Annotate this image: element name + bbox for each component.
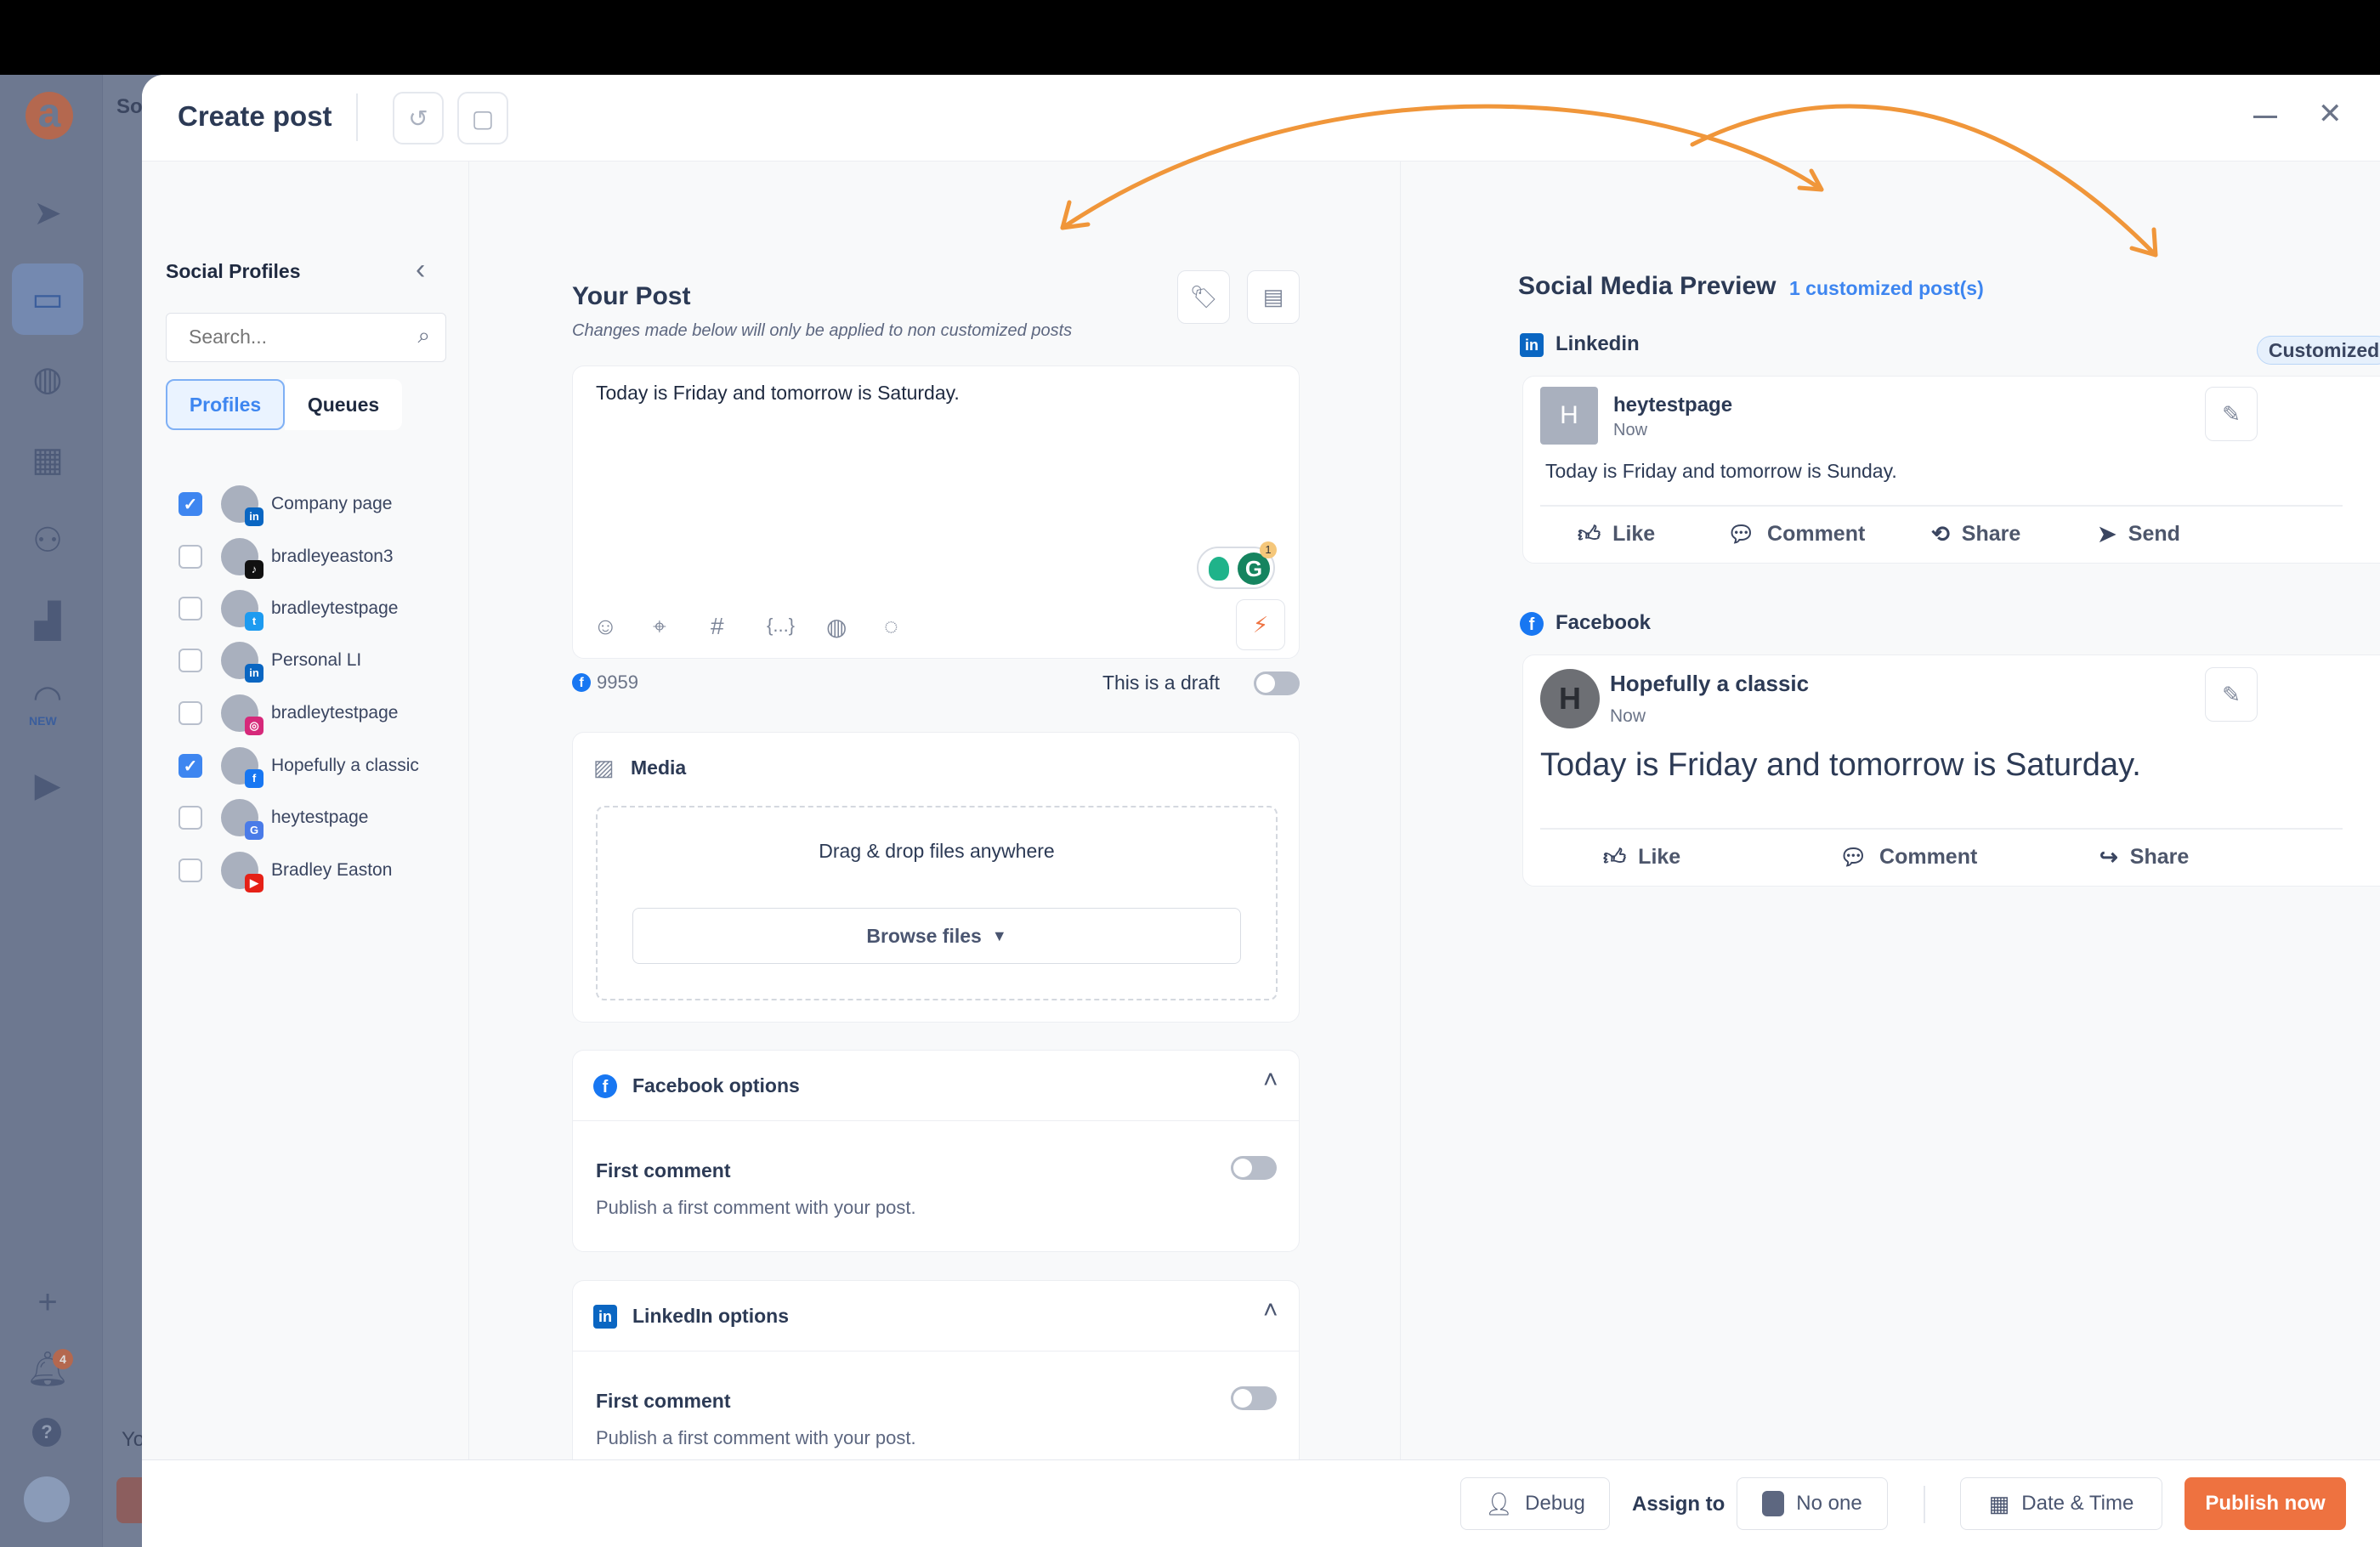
annotation-arrows: [1060, 104, 2158, 258]
arrow-to-customized-badge: [1690, 104, 2158, 258]
arrow-to-your-post: [1060, 104, 1824, 230]
